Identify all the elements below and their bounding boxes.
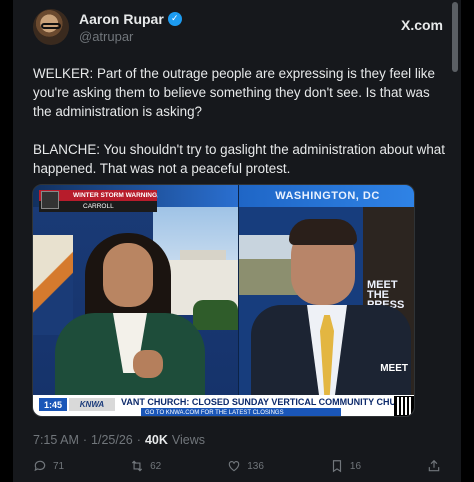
ticker-time: 1:45 [39,398,67,411]
trees-image [193,300,238,330]
repost-button[interactable]: 62 [130,459,161,473]
anchor-face [103,243,153,307]
qr-code-icon [394,396,414,416]
author-display-name[interactable]: Aaron Rupar [79,11,164,27]
repost-count: 62 [150,460,162,472]
scrollbar[interactable] [452,2,458,72]
bookmark-button[interactable]: 16 [330,459,361,473]
like-button[interactable]: 136 [227,459,264,473]
meta-separator-2: · [136,433,141,447]
ticker-text: VANT CHURCH: CLOSED SUNDAY VERTICAL COMM… [121,397,411,407]
network-bug: MEET [380,363,408,374]
post-paragraph-1: WELKER: Part of the outrage people are e… [33,66,435,119]
reply-count: 71 [53,460,65,472]
post-meta: 7:15 AM · 1/25/26 · 40K Views [33,433,205,447]
post-header: Aaron Rupar ✓ @atrupar X.com [33,9,443,45]
heart-icon [228,461,240,472]
video-backdrop [33,235,73,335]
post-media-video[interactable]: VS WINTER STORM WARNING CARROLL MEET THE… [32,184,415,417]
storm-warning-box: WINTER STORM WARNING CARROLL [39,190,157,212]
share-button[interactable] [427,459,441,473]
weather-icon [41,191,59,209]
reply-icon [34,460,46,472]
ticker-subtext: GO TO KNWA.COM FOR THE LATEST CLOSINGS [141,408,341,416]
meta-separator: · [82,433,88,447]
post-text: WELKER: Part of the outrage people are e… [33,64,445,178]
location-banner: WASHINGTON, DC [239,185,414,207]
guest-hair [289,219,357,245]
name-row: Aaron Rupar ✓ [79,11,182,27]
like-count: 136 [247,460,264,472]
repost-icon [132,460,143,472]
action-bar: 71 62 136 16 [33,456,441,476]
x-logo[interactable]: X.com [401,17,443,33]
post-paragraph-2: BLANCHE: You shouldn't try to gaslight t… [33,142,445,176]
post-card: Aaron Rupar ✓ @atrupar X.com WELKER: Par… [13,0,461,482]
author-handle[interactable]: @atrupar [79,29,182,44]
anchor-hand [133,350,163,378]
city-view [239,235,299,295]
news-ticker: 1:45 KNWA VANT CHURCH: CLOSED SUNDAY VER… [33,395,414,416]
avatar-glasses [41,23,61,29]
video-right-panel: MEET THE PRESS MEET WASHINGTON, DC [239,185,414,395]
bookmark-icon [332,460,341,473]
author-info: Aaron Rupar ✓ @atrupar [79,11,182,44]
views-label: Views [171,433,205,447]
reply-button[interactable]: 71 [33,459,64,473]
avatar[interactable] [33,9,69,45]
views-count: 40K [144,433,168,447]
post-time[interactable]: 7:15 AM [33,433,79,447]
share-icon [428,459,440,472]
post-date[interactable]: 1/25/26 [91,433,133,447]
video-left-panel: VS WINTER STORM WARNING CARROLL [33,185,238,395]
bookmark-count: 16 [349,460,362,472]
verified-badge-icon: ✓ [167,11,182,26]
station-logo: KNWA [69,398,115,411]
